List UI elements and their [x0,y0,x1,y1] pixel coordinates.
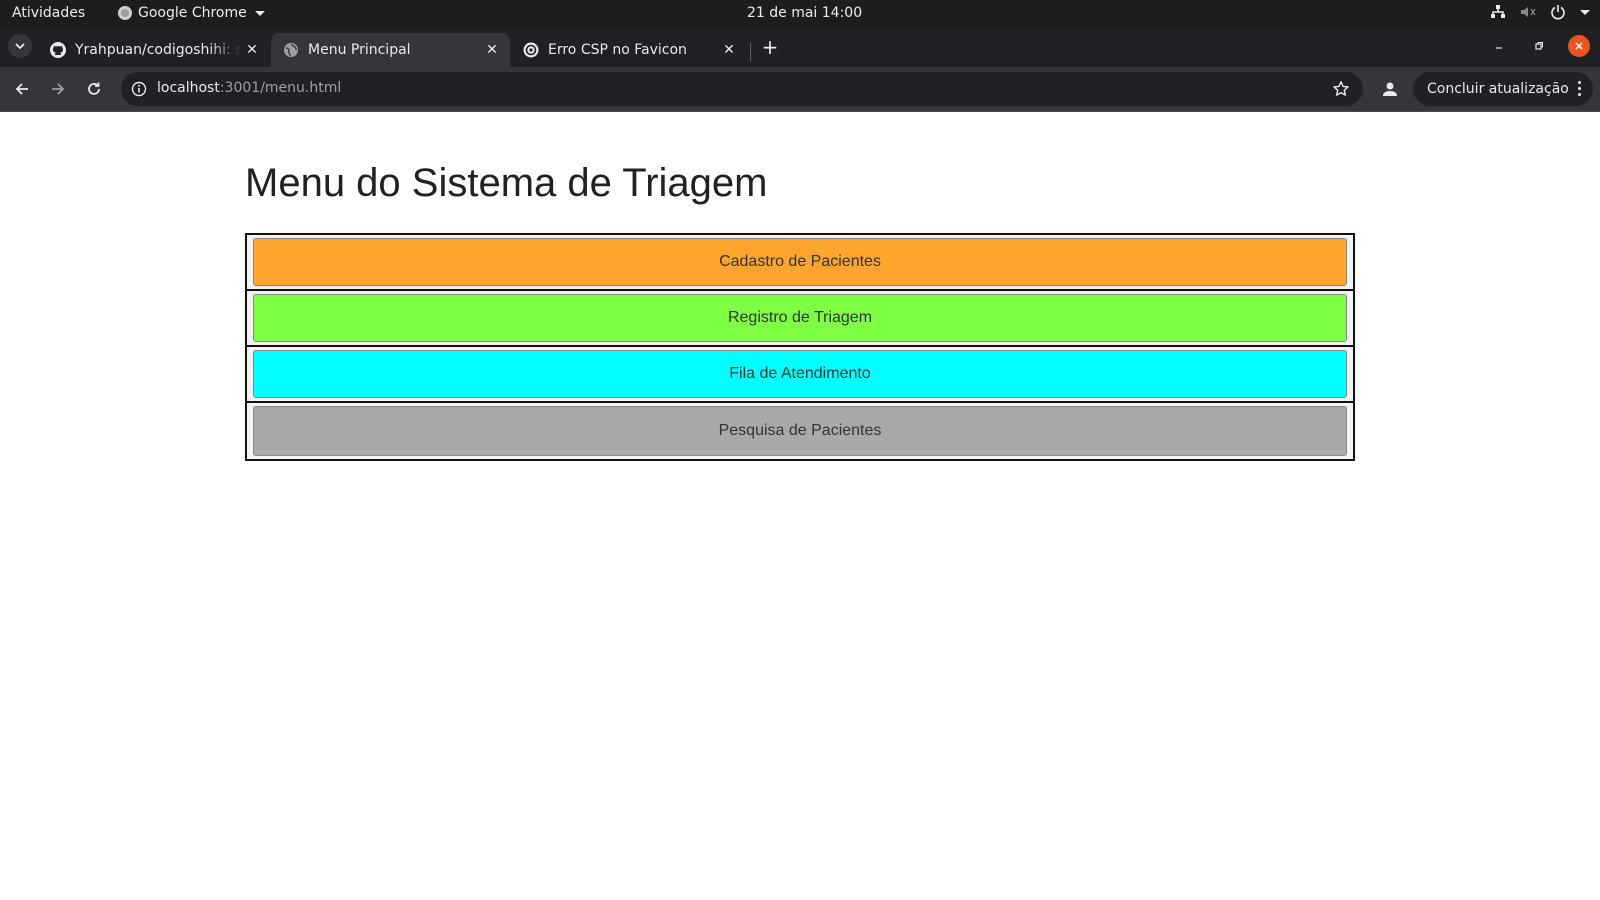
reload-button[interactable] [82,77,106,101]
globe-icon [283,42,299,58]
tab-github[interactable]: Yrahpuan/codigoshihi: sl ✕ [38,33,270,67]
forward-button[interactable] [46,77,70,101]
window-controls [1488,35,1590,57]
menu-row: Registro de Triagem [247,291,1353,347]
chrome-icon [118,6,132,20]
url-text[interactable]: localhost:3001/menu.html [157,80,341,96]
system-top-bar: Atividades Google Chrome 21 de mai 14:00 [0,0,1600,27]
tab-menu-principal[interactable]: Menu Principal ✕ [271,33,510,67]
reload-icon [88,82,100,95]
tab-title: Yrahpuan/codigoshihi: sl [75,42,242,58]
system-tray[interactable] [1490,4,1590,20]
network-icon [1490,5,1506,19]
clock[interactable]: 21 de mai 14:00 [747,5,862,21]
app-name: Google Chrome [138,5,247,21]
menu-row: Cadastro de Pacientes [247,235,1353,291]
restore-icon [1535,42,1543,50]
menu-row: Fila de Atendimento [247,347,1353,403]
update-label: Concluir atualização [1427,81,1569,97]
tab-search-button[interactable] [8,34,32,58]
power-icon [1550,4,1566,20]
minimize-icon [1496,47,1502,49]
tab-title: Menu Principal [308,42,411,58]
page-content: Menu do Sistema de Triagem Cadastro de P… [0,113,1600,900]
back-button[interactable] [10,77,34,101]
kebab-menu-icon[interactable] [1578,81,1581,96]
new-tab-button[interactable]: + [758,35,782,59]
tab-strip: Yrahpuan/codigoshihi: sl ✕ Menu Principa… [0,27,1600,67]
browser-toolbar: localhost:3001/menu.html Concluir atuali… [0,67,1600,112]
minimize-button[interactable] [1488,35,1510,57]
restore-button[interactable] [1528,35,1550,57]
address-bar[interactable]: localhost:3001/menu.html [121,72,1363,106]
site-info-icon[interactable] [129,79,149,99]
url-host: localhost [157,80,220,96]
close-icon [1575,42,1583,50]
arrow-right-icon [52,83,65,95]
volume-muted-icon [1520,5,1536,19]
tab-separator [750,43,751,61]
registro-triagem-button[interactable]: Registro de Triagem [253,294,1347,342]
activities-button[interactable]: Atividades [12,5,85,21]
tab-erro-csp[interactable]: Erro CSP no Favicon ✕ [511,33,747,67]
close-window-button[interactable] [1568,35,1590,57]
plus-icon: + [761,35,779,59]
menu-row: Pesquisa de Pacientes [247,403,1353,459]
update-button[interactable]: Concluir atualização [1413,72,1593,106]
bookmark-star-icon[interactable] [1331,79,1351,99]
tab-close-icon[interactable]: ✕ [242,40,262,60]
tab-close-icon[interactable]: ✕ [719,40,739,60]
github-icon [50,42,66,58]
chevron-down-icon [15,43,25,49]
caret-down-icon [254,10,265,16]
tab-title: Erro CSP no Favicon [548,42,687,58]
arrow-left-icon [15,83,28,95]
tray-caret-icon [1580,9,1590,15]
menu-table: Cadastro de Pacientes Registro de Triage… [245,233,1355,461]
tab-close-icon[interactable]: ✕ [482,40,502,60]
person-icon [1383,82,1397,96]
app-menu[interactable]: Google Chrome [118,5,265,21]
fila-atendimento-button[interactable]: Fila de Atendimento [253,350,1347,398]
url-path: :3001/menu.html [219,80,342,96]
page-title: Menu do Sistema de Triagem [245,161,768,205]
pesquisa-pacientes-button[interactable]: Pesquisa de Pacientes [253,406,1347,456]
openai-icon [523,42,539,58]
profile-button[interactable] [1378,77,1402,101]
cadastro-pacientes-button[interactable]: Cadastro de Pacientes [253,238,1347,286]
